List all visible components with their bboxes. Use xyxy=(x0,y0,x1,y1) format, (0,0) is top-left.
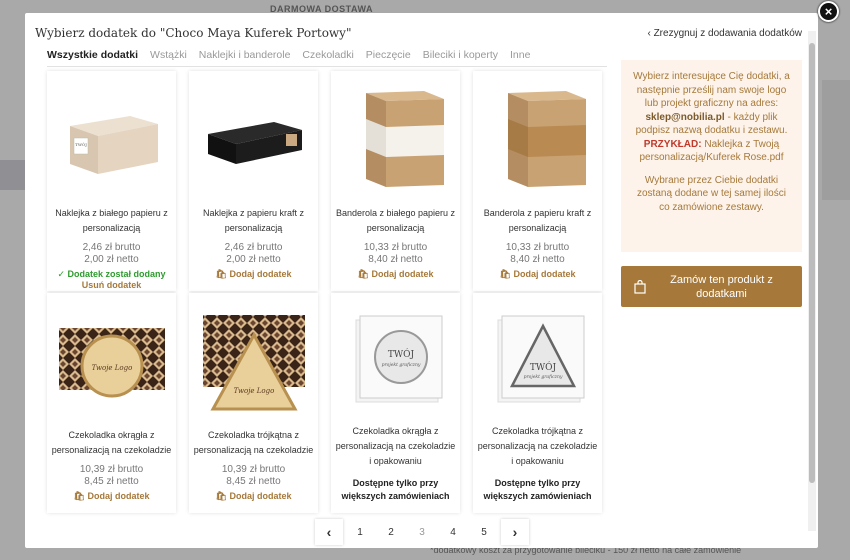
product-image-round-chocolate: Twoje Logo xyxy=(57,301,167,419)
product-price-gross: 2,46 zł brutto xyxy=(224,242,283,253)
product-name: Czekoladka okrągła z personalizacją na c… xyxy=(335,426,456,466)
unavailable-note: Dostępne tylko przy większych zamówienia… xyxy=(483,478,592,501)
resign-link[interactable]: ‹ Zrezygnuj z dodawania dodatków xyxy=(647,28,802,39)
product-card: TWÓJ projekt graficzny Czekoladka okrągł… xyxy=(331,293,460,513)
product-price-net: 8,45 zł netto xyxy=(84,476,139,487)
product-image-triangle-chocolate: Twoje Logo xyxy=(199,301,309,419)
product-name: Banderola z papieru kraft z personalizac… xyxy=(483,208,592,233)
product-price-net: 8,45 zł netto xyxy=(226,476,281,487)
product-card: TWÓJ Naklejka z białego papieru z person… xyxy=(47,71,176,291)
bag-icon: 🛍 xyxy=(215,269,230,279)
remove-addon-button[interactable]: Usuń dodatek xyxy=(47,280,176,290)
svg-text:projekt graficzny: projekt graficzny xyxy=(524,374,563,380)
bag-icon: 🛍 xyxy=(73,491,88,501)
svg-text:projekt graficzny: projekt graficzny xyxy=(382,362,421,368)
product-price-gross: 10,39 zł brutto xyxy=(79,464,144,475)
page-2[interactable]: 2 xyxy=(377,519,405,545)
check-icon: ✓ xyxy=(57,269,68,279)
add-addon-button[interactable]: 🛍 Dodaj dodatek xyxy=(189,491,318,502)
page-1[interactable]: 1 xyxy=(346,519,374,545)
contact-email: sklep@nobilia.pl xyxy=(645,111,725,123)
scrollbar-thumb[interactable] xyxy=(809,43,815,483)
product-price-gross: 2,46 zł brutto xyxy=(82,242,141,253)
bag-icon: 🛍 xyxy=(357,269,372,279)
tab-ribbons[interactable]: Wstążki xyxy=(150,49,187,66)
tab-all[interactable]: Wszystkie dodatki xyxy=(47,49,138,66)
svg-text:Twoje Logo: Twoje Logo xyxy=(234,387,275,395)
bag-icon xyxy=(629,279,651,294)
add-addon-button[interactable]: 🛍 Dodaj dodatek xyxy=(189,269,318,280)
product-name: Czekoladka okrągła z personalizacją na c… xyxy=(51,430,172,455)
background-side-panel-left xyxy=(0,160,25,190)
product-price-net: 8,40 zł netto xyxy=(510,254,565,265)
product-name: Naklejka z papieru kraft z personalizacj… xyxy=(202,208,305,233)
svg-text:TWÓJ: TWÓJ xyxy=(75,142,87,147)
product-price-gross: 10,33 zł brutto xyxy=(363,242,428,253)
svg-text:TWÓJ: TWÓJ xyxy=(388,348,415,360)
product-image-black-box xyxy=(199,79,309,197)
page-3-current[interactable]: 3 xyxy=(408,519,436,545)
product-image-kraft-box-kraft-band xyxy=(483,79,593,197)
svg-text:TWÓJ: TWÓJ xyxy=(530,361,557,373)
product-name: Naklejka z białego papieru z personaliza… xyxy=(55,208,168,233)
tab-seals[interactable]: Pieczęcie xyxy=(366,49,411,66)
info-box: Wybierz interesujące Cię dodatki, a nast… xyxy=(621,60,802,252)
product-card: Twoje Logo Czekoladka okrągła z personal… xyxy=(47,293,176,513)
product-image-triangle-packaged: TWÓJ projekt graficzny xyxy=(483,301,593,419)
product-price-net: 8,40 zł netto xyxy=(368,254,423,265)
add-addon-button[interactable]: 🛍 Dodaj dodatek xyxy=(473,269,602,280)
bag-icon: 🛍 xyxy=(499,269,514,279)
add-addon-button[interactable]: 🛍 Dodaj dodatek xyxy=(47,491,176,502)
bag-icon: 🛍 xyxy=(215,491,230,501)
addons-modal: Wybierz dodatek do "Choco Maya Kuferek P… xyxy=(25,13,818,548)
product-card: TWÓJ projekt graficzny Czekoladka trójką… xyxy=(473,293,602,513)
pagination: ‹ 1 2 3 4 5 › xyxy=(315,519,529,545)
page-4[interactable]: 4 xyxy=(439,519,467,545)
product-price-net: 2,00 zł netto xyxy=(226,254,281,265)
next-page-button[interactable]: › xyxy=(501,519,529,545)
addon-tabs: Wszystkie dodatki Wstążki Naklejki i ban… xyxy=(47,49,607,67)
addon-added-status: ✓ Dodatek został dodany xyxy=(57,269,166,279)
product-card: Banderola z papieru kraft z personalizac… xyxy=(473,71,602,291)
product-card: Naklejka z papieru kraft z personalizacj… xyxy=(189,71,318,291)
order-with-addons-button[interactable]: Zamów ten produkt z dodatkami xyxy=(621,266,802,307)
product-grid: TWÓJ Naklejka z białego papieru z person… xyxy=(47,71,607,513)
product-name: Czekoladka trójkątna z personalizacją na… xyxy=(477,426,598,466)
add-addon-button[interactable]: 🛍 Dodaj dodatek xyxy=(331,269,460,280)
unavailable-note: Dostępne tylko przy większych zamówienia… xyxy=(341,478,450,501)
background-side-panel xyxy=(822,80,850,200)
product-price-gross: 10,33 zł brutto xyxy=(505,242,570,253)
product-name: Czekoladka trójkątna z personalizacją na… xyxy=(193,430,314,455)
tab-chocolates[interactable]: Czekoladki xyxy=(302,49,353,66)
product-card: Twoje Logo Czekoladka trójkątna z person… xyxy=(189,293,318,513)
product-name: Banderola z białego papieru z personaliz… xyxy=(335,208,456,233)
product-card: Banderola z białego papieru z personaliz… xyxy=(331,71,460,291)
close-modal-button[interactable]: × xyxy=(818,1,839,22)
tab-other[interactable]: Inne xyxy=(510,49,530,66)
example-label: PRZYKŁAD: xyxy=(643,138,702,150)
product-image-round-packaged: TWÓJ projekt graficzny xyxy=(341,301,451,419)
modal-title: Wybierz dodatek do "Choco Maya Kuferek P… xyxy=(35,26,352,40)
product-image-white-box: TWÓJ xyxy=(57,79,167,197)
page-5[interactable]: 5 xyxy=(470,519,498,545)
prev-page-button[interactable]: ‹ xyxy=(315,519,343,545)
product-image-kraft-box-white-band xyxy=(341,79,451,197)
product-price-gross: 10,39 zł brutto xyxy=(221,464,286,475)
product-price-net: 2,00 zł netto xyxy=(84,254,139,265)
svg-text:Twoje Logo: Twoje Logo xyxy=(92,364,133,372)
tab-cards[interactable]: Bileciki i koperty xyxy=(423,49,498,66)
tab-stickers[interactable]: Naklejki i banderole xyxy=(199,49,291,66)
